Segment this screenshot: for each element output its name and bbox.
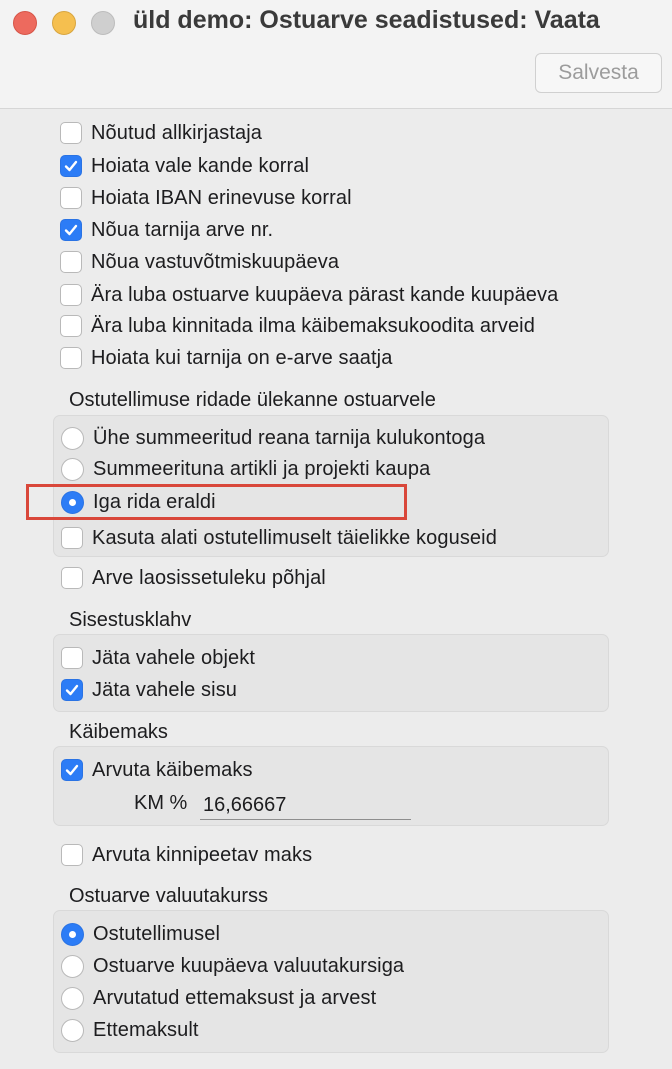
checkbox-icon[interactable]	[61, 844, 83, 866]
option-warn-einvoice-supplier[interactable]: Hoiata kui tarnija on e-arve saatja	[60, 344, 392, 372]
checkbox-icon[interactable]	[60, 284, 82, 306]
option-always-full-qty[interactable]: Kasuta alati ostutellimuselt täielikke k…	[61, 524, 497, 552]
option-label: Nõutud allkirjastaja	[91, 121, 262, 144]
close-window-button[interactable]	[13, 11, 37, 35]
radio-summed-item-project[interactable]: Summeerituna artikli ja projekti kaupa	[61, 455, 430, 483]
checkbox-icon[interactable]	[60, 251, 82, 273]
radio-icon[interactable]	[61, 1018, 84, 1042]
radio-invoice-date-rate[interactable]: Ostuarve kuupäeva valuutakursiga	[61, 952, 404, 980]
option-label: Ära luba ostuarve kuupäeva pärast kande …	[91, 283, 559, 306]
checkbox-icon[interactable]	[60, 315, 82, 337]
zoom-window-button[interactable]	[91, 11, 115, 35]
option-label: Nõua vastuvõtmiskuupäeva	[91, 250, 340, 273]
radio-calc-from-prepayment[interactable]: Arvutatud ettemaksust ja arvest	[61, 984, 376, 1012]
minimize-window-button[interactable]	[52, 11, 76, 35]
radio-icon[interactable]	[61, 986, 84, 1010]
checkbox-checked-icon[interactable]	[60, 155, 82, 177]
option-partial-receipt[interactable]: Arve laosissetuleku põhjal	[61, 564, 326, 592]
vat-heading: Käibemaks	[69, 721, 168, 743]
option-label: Jäta vahele sisu	[92, 678, 238, 701]
radio-from-order[interactable]: Ostutellimusel	[61, 920, 220, 948]
po-transfer-heading: Ostutellimuse ridade ülekanne ostuarvele	[69, 389, 436, 411]
option-signer-required[interactable]: Nõutud allkirjastaja	[60, 119, 262, 147]
option-label: Hoiata IBAN erinevuse korral	[91, 186, 352, 209]
checkbox-icon[interactable]	[60, 187, 82, 209]
option-label: Kasuta alati ostutellimuselt täielikke k…	[92, 526, 497, 549]
checkbox-icon[interactable]	[61, 647, 83, 669]
option-warn-iban-diff[interactable]: Hoiata IBAN erinevuse korral	[60, 184, 352, 212]
radio-icon[interactable]	[61, 954, 84, 978]
radio-selected-icon[interactable]	[61, 922, 84, 946]
checkbox-icon[interactable]	[60, 347, 82, 369]
checkbox-checked-icon[interactable]	[60, 219, 82, 241]
option-skip-content[interactable]: Jäta vahele sisu	[61, 676, 237, 704]
km-percent-label: KM %	[134, 792, 188, 814]
checkbox-icon[interactable]	[60, 122, 82, 144]
option-calc-vat[interactable]: Arvuta käibemaks	[61, 756, 253, 784]
option-warn-wrong-entry[interactable]: Hoiata vale kande korral	[60, 152, 309, 180]
option-require-invoice-no[interactable]: Nõua tarnija arve nr.	[60, 216, 273, 244]
option-no-confirm-without-vat[interactable]: Ära luba kinnitada ilma käibemaksukoodit…	[60, 312, 535, 340]
option-label: Nõua tarnija arve nr.	[91, 218, 274, 241]
radio-label: Ostuarve kuupäeva valuutakursiga	[93, 954, 405, 977]
radio-label: Summeerituna artikli ja projekti kaupa	[93, 457, 431, 480]
option-label: Arve laosissetuleku põhjal	[92, 566, 326, 589]
radio-label: Ettemaksult	[93, 1018, 199, 1041]
window-title: üld demo: Ostuarve seadistused: Vaata	[133, 6, 600, 34]
option-require-receipt-date[interactable]: Nõua vastuvõtmiskuupäeva	[60, 248, 339, 276]
checkbox-checked-icon[interactable]	[61, 759, 83, 781]
radio-summed-supplier[interactable]: Ühe summeeritud reana tarnija kulukontog…	[61, 424, 485, 452]
checkbox-icon[interactable]	[61, 527, 83, 549]
option-label: Ära luba kinnitada ilma käibemaksukoodit…	[91, 314, 535, 337]
highlight-frame	[26, 484, 407, 520]
option-label: Arvuta käibemaks	[92, 758, 253, 781]
radio-icon[interactable]	[61, 457, 84, 481]
radio-label: Arvutatud ettemaksust ja arvest	[93, 986, 377, 1009]
option-label: Hoiata kui tarnija on e-arve saatja	[91, 346, 393, 369]
radio-from-prepayment[interactable]: Ettemaksult	[61, 1016, 199, 1044]
option-label: Jäta vahele objekt	[92, 646, 256, 669]
option-withholding[interactable]: Arvuta kinnipeetav maks	[61, 841, 312, 869]
enter-key-heading: Sisestusklahv	[69, 609, 192, 631]
km-percent-field[interactable]: 16,66667	[200, 790, 411, 820]
radio-icon[interactable]	[61, 426, 84, 450]
currency-rate-heading: Ostuarve valuutakurss	[69, 885, 268, 907]
option-no-date-after-entry[interactable]: Ära luba ostuarve kuupäeva pärast kande …	[60, 281, 558, 309]
option-label: Arvuta kinnipeetav maks	[92, 843, 313, 866]
option-skip-object[interactable]: Jäta vahele objekt	[61, 644, 255, 672]
checkbox-icon[interactable]	[61, 567, 83, 589]
save-button[interactable]: Salvesta	[535, 53, 662, 93]
checkbox-checked-icon[interactable]	[61, 679, 83, 701]
option-label: Hoiata vale kande korral	[91, 154, 310, 177]
radio-label: Ostutellimusel	[93, 922, 220, 945]
title-bar: üld demo: Ostuarve seadistused: Vaata Sa…	[0, 0, 672, 109]
radio-label: Ühe summeeritud reana tarnija kulukontog…	[93, 426, 486, 449]
